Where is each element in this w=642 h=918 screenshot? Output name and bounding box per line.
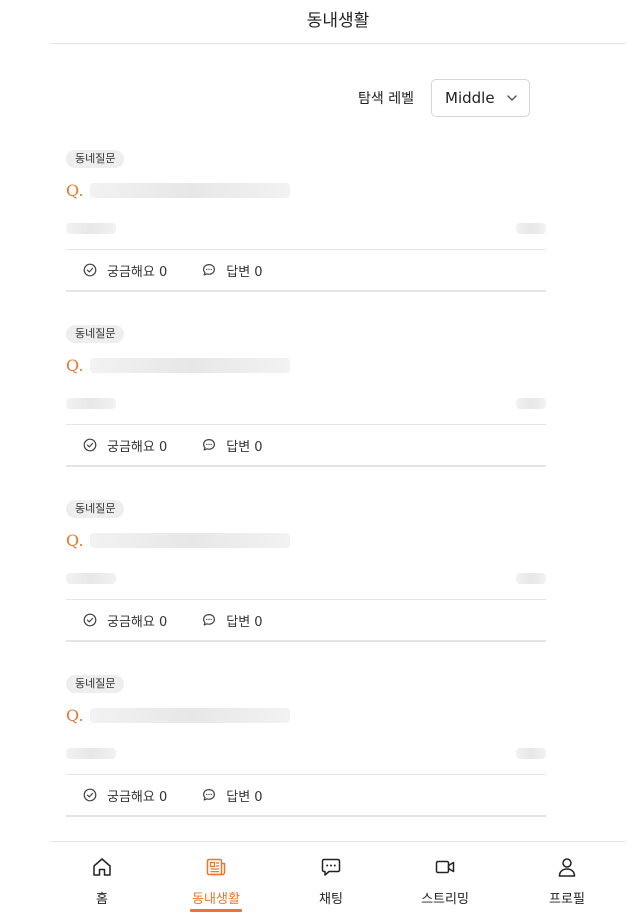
top-header: 동내생활 <box>50 0 626 44</box>
tab-neighborhood-life[interactable]: 동내생활 <box>171 842 261 918</box>
answer-button[interactable]: 답변 0 <box>202 261 263 280</box>
curious-button[interactable]: 궁금해요 0 <box>83 611 167 630</box>
check-circle-icon <box>83 438 97 452</box>
answer-button[interactable]: 답변 0 <box>202 786 263 805</box>
post-card[interactable]: 동네질문 Q. 궁금해요 0 답변 0 <box>66 325 546 500</box>
post-card[interactable]: 동네질문 Q. 궁금해요 0 답변 0 <box>66 150 546 325</box>
question-mark-label: Q. <box>66 180 84 200</box>
explore-level-label: 탐색 레벨 <box>358 91 414 107</box>
title-skeleton <box>90 707 290 723</box>
post-card[interactable]: 동네질문 Q. 궁금해요 0 답변 0 <box>66 675 546 850</box>
newspaper-icon <box>204 855 228 879</box>
curious-button[interactable]: 궁금해요 0 <box>83 261 167 280</box>
title-skeleton <box>90 182 290 198</box>
meta-skeleton-left <box>66 223 116 234</box>
meta-skeleton-right <box>516 748 546 759</box>
question-mark-label: Q. <box>66 530 84 550</box>
post-card[interactable]: 동네질문 Q. 궁금해요 0 답변 0 <box>66 500 546 675</box>
title-skeleton <box>90 357 290 373</box>
tab-neighborhood-life-label: 동내생활 <box>192 892 240 907</box>
card-bottom-rule <box>66 640 546 642</box>
card-bottom-rule <box>66 465 546 467</box>
answer-button[interactable]: 답변 0 <box>202 611 263 630</box>
answer-count: 답변 0 <box>226 614 263 630</box>
bottom-tab-bar: 홈 동내생활 채팅 스트리밍 프로필 <box>50 841 626 918</box>
check-circle-icon <box>83 613 97 627</box>
check-circle-icon <box>83 263 97 277</box>
active-tab-indicator <box>190 909 242 912</box>
profile-icon <box>555 855 579 879</box>
comment-icon <box>202 788 216 802</box>
category-tag: 동네질문 <box>66 150 125 168</box>
tab-profile-label: 프로필 <box>549 892 585 907</box>
tab-streaming-label: 스트리밍 <box>421 892 469 907</box>
comment-icon <box>202 438 216 452</box>
comment-icon <box>202 263 216 277</box>
check-circle-icon <box>83 788 97 802</box>
card-bottom-rule <box>66 290 546 292</box>
answer-button[interactable]: 답변 0 <box>202 436 263 455</box>
tab-home[interactable]: 홈 <box>57 842 147 918</box>
tab-profile[interactable]: 프로필 <box>522 842 612 918</box>
tab-home-label: 홈 <box>96 892 108 907</box>
explore-level-filter: 탐색 레벨 Middle <box>0 79 530 117</box>
tab-chat-label: 채팅 <box>319 892 343 907</box>
post-actions: 궁금해요 0 답변 0 <box>66 600 546 640</box>
answer-count: 답변 0 <box>226 789 263 805</box>
answer-count: 답변 0 <box>226 264 263 280</box>
curious-button[interactable]: 궁금해요 0 <box>83 436 167 455</box>
explore-level-select[interactable]: Middle <box>431 79 530 117</box>
category-tag: 동네질문 <box>66 325 125 343</box>
question-mark-label: Q. <box>66 705 84 725</box>
post-title-row: Q. <box>66 530 290 550</box>
comment-icon <box>202 613 216 627</box>
video-icon <box>433 855 457 879</box>
tab-chat[interactable]: 채팅 <box>286 842 376 918</box>
post-title-row: Q. <box>66 180 290 200</box>
curious-count: 궁금해요 0 <box>107 264 168 280</box>
home-icon <box>90 855 114 879</box>
curious-button[interactable]: 궁금해요 0 <box>83 786 167 805</box>
category-tag: 동네질문 <box>66 675 125 693</box>
meta-skeleton-right <box>516 223 546 234</box>
category-tag: 동네질문 <box>66 500 125 518</box>
tab-streaming[interactable]: 스트리밍 <box>400 842 490 918</box>
post-actions: 궁금해요 0 답변 0 <box>66 775 546 815</box>
post-actions: 궁금해요 0 답변 0 <box>66 250 546 290</box>
chevron-down-icon <box>506 92 518 104</box>
curious-count: 궁금해요 0 <box>107 439 168 455</box>
answer-count: 답변 0 <box>226 439 263 455</box>
page-title: 동내생활 <box>306 11 370 31</box>
post-actions: 궁금해요 0 답변 0 <box>66 425 546 465</box>
post-title-row: Q. <box>66 355 290 375</box>
meta-skeleton-left <box>66 573 116 584</box>
question-mark-label: Q. <box>66 355 84 375</box>
chat-icon <box>319 855 343 879</box>
curious-count: 궁금해요 0 <box>107 789 168 805</box>
meta-skeleton-left <box>66 748 116 759</box>
meta-skeleton-right <box>516 398 546 409</box>
meta-skeleton-left <box>66 398 116 409</box>
post-title-row: Q. <box>66 705 290 725</box>
curious-count: 궁금해요 0 <box>107 614 168 630</box>
post-feed: 동네질문 Q. 궁금해요 0 답변 0 동네질문 Q. 궁금해요 0 답변 0 … <box>66 150 546 850</box>
explore-level-value: Middle <box>445 89 495 107</box>
title-skeleton <box>90 532 290 548</box>
card-bottom-rule <box>66 815 546 817</box>
meta-skeleton-right <box>516 573 546 584</box>
